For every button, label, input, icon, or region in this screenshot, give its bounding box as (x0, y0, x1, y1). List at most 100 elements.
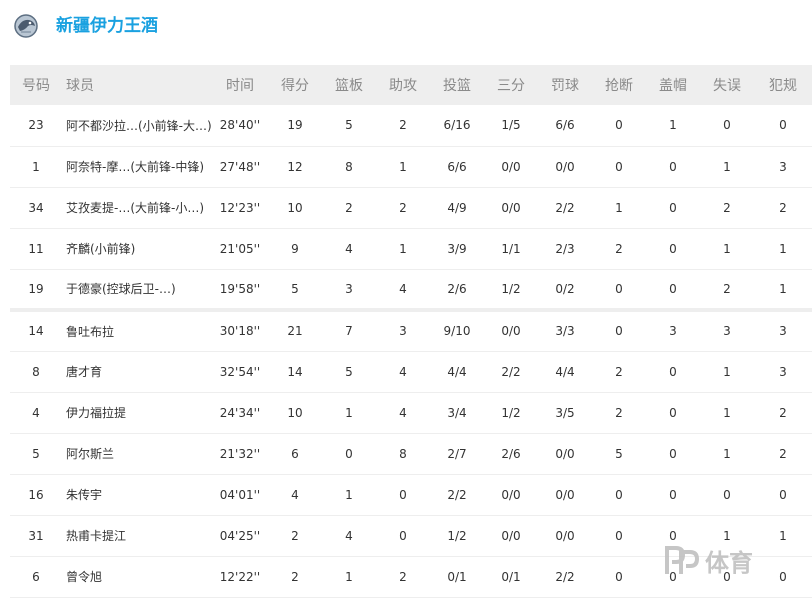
cell-steals: 2 (615, 241, 623, 256)
cell-number: 31 (28, 528, 44, 543)
cell-field-goals: 4/9 (447, 200, 467, 215)
cell-points: 21 (287, 324, 303, 339)
column-header-points: 得分 (281, 78, 309, 94)
cell-rebounds: 4 (345, 241, 353, 256)
cell-assists: 3 (399, 324, 407, 339)
table-row[interactable]: 14 鲁吐布拉 30'18'' 21 7 3 9/10 0/0 3/3 0 3 3 3 (10, 310, 812, 351)
player-stats-table: 号码 球员 时间 得分 篮板 助攻 投篮 三分 罚球 抢断 盖帽 失误 犯规 2… (10, 65, 812, 598)
cell-steals: 0 (615, 528, 623, 543)
cell-time: 21'05'' (219, 241, 261, 256)
cell-number: 8 (32, 364, 40, 379)
cell-steals: 2 (615, 364, 623, 379)
column-header-three-pointers: 三分 (497, 78, 525, 94)
cell-player[interactable]: 鲁吐布拉 (62, 310, 212, 351)
cell-blocks: 0 (669, 528, 677, 543)
table-row[interactable]: 16 朱传宇 04'01'' 4 1 0 2/2 0/0 0/0 0 0 0 0 (10, 474, 812, 515)
cell-blocks: 0 (669, 159, 677, 174)
cell-fouls: 3 (779, 324, 787, 339)
cell-field-goals: 3/4 (447, 405, 467, 420)
column-header-steals: 抢断 (605, 78, 633, 94)
table-row[interactable]: 4 伊力福拉提 24'34'' 10 1 4 3/4 1/2 3/5 2 0 1 2 (10, 392, 812, 433)
cell-player[interactable]: 伊力福拉提 (62, 392, 212, 433)
cell-fouls: 2 (779, 446, 787, 461)
cell-three-pointers: 0/0 (501, 200, 521, 215)
cell-fouls: 0 (779, 569, 787, 584)
cell-steals: 0 (615, 569, 623, 584)
cell-assists: 4 (399, 405, 407, 420)
cell-turnovers: 1 (723, 159, 731, 174)
cell-player[interactable]: 朱传宇 (62, 474, 212, 515)
cell-steals: 1 (615, 200, 623, 215)
cell-number: 4 (32, 405, 40, 420)
column-header-rebounds: 篮板 (335, 78, 363, 94)
cell-rebounds: 8 (345, 159, 353, 174)
cell-player[interactable]: 齐麟(小前锋) (62, 228, 212, 269)
table-row[interactable]: 6 曾令旭 12'22'' 2 1 2 0/1 0/1 2/2 0 0 0 0 (10, 556, 812, 597)
cell-points: 5 (291, 281, 299, 296)
cell-free-throws: 3/5 (555, 405, 575, 420)
cell-time: 04'01'' (219, 487, 261, 502)
cell-points: 2 (291, 569, 299, 584)
cell-assists: 2 (399, 200, 407, 215)
team-header: 新疆伊力王酒 (0, 0, 812, 60)
cell-free-throws: 0/0 (555, 159, 575, 174)
cell-rebounds: 1 (345, 569, 353, 584)
cell-fouls: 1 (779, 528, 787, 543)
cell-player[interactable]: 热甫卡提江 (62, 515, 212, 556)
cell-time: 32'54'' (219, 364, 261, 379)
cell-free-throws: 3/3 (555, 324, 575, 339)
cell-player[interactable]: 唐才育 (62, 351, 212, 392)
cell-time: 04'25'' (219, 528, 261, 543)
table-row[interactable]: 11 齐麟(小前锋) 21'05'' 9 4 1 3/9 1/1 2/3 2 0 1 1 (10, 228, 812, 269)
team-name[interactable]: 新疆伊力王酒 (56, 14, 158, 38)
cell-turnovers: 2 (723, 200, 731, 215)
table-row[interactable]: 8 唐才育 32'54'' 14 5 4 4/4 2/2 4/4 2 0 1 3 (10, 351, 812, 392)
column-header-field-goals: 投篮 (443, 78, 471, 94)
cell-time: 12'22'' (219, 569, 261, 584)
cell-blocks: 0 (669, 364, 677, 379)
cell-three-pointers: 0/0 (501, 159, 521, 174)
cell-player[interactable]: 艾孜麦提-…(大前锋-小…) (62, 187, 212, 228)
cell-turnovers: 1 (723, 528, 731, 543)
cell-three-pointers: 1/5 (501, 118, 521, 133)
column-header-assists: 助攻 (389, 78, 417, 94)
cell-three-pointers: 0/0 (501, 487, 521, 502)
cell-rebounds: 1 (345, 405, 353, 420)
cell-player[interactable]: 阿尔斯兰 (62, 433, 212, 474)
column-header-turnovers: 失误 (713, 78, 741, 94)
cell-three-pointers: 0/0 (501, 324, 521, 339)
cell-points: 14 (287, 364, 303, 379)
table-row[interactable]: 23 阿不都沙拉…(小前锋-大…) 28'40'' 19 5 2 6/16 1/5 6/6 0 1 0… (10, 105, 812, 146)
cell-points: 9 (291, 241, 299, 256)
cell-player[interactable]: 阿不都沙拉…(小前锋-大…) (62, 105, 212, 146)
cell-rebounds: 7 (345, 324, 353, 339)
cell-field-goals: 3/9 (447, 241, 467, 256)
cell-three-pointers: 0/0 (501, 528, 521, 543)
cell-steals: 2 (615, 405, 623, 420)
cell-steals: 0 (615, 159, 623, 174)
cell-rebounds: 4 (345, 528, 353, 543)
table-row[interactable]: 19 于德豪(控球后卫-…) 19'58'' 5 3 4 2/6 1/2 0/2 0 0 2 1 (10, 269, 812, 310)
table-row[interactable]: 5 阿尔斯兰 21'32'' 6 0 8 2/7 2/6 0/0 5 0 1 2 (10, 433, 812, 474)
cell-turnovers: 0 (723, 118, 731, 133)
cell-player[interactable]: 阿奈特-摩…(大前锋-中锋) (62, 146, 212, 187)
cell-time: 24'34'' (219, 405, 261, 420)
cell-turnovers: 3 (723, 324, 731, 339)
cell-rebounds: 0 (345, 446, 353, 461)
cell-steals: 0 (615, 487, 623, 502)
cell-player[interactable]: 于德豪(控球后卫-…) (62, 269, 212, 310)
column-header-time: 时间 (226, 78, 254, 94)
cell-blocks: 3 (669, 324, 677, 339)
cell-steals: 5 (615, 446, 623, 461)
table-row[interactable]: 31 热甫卡提江 04'25'' 2 4 0 1/2 0/0 0/0 0 0 1 1 (10, 515, 812, 556)
cell-points: 10 (287, 200, 303, 215)
cell-field-goals: 4/4 (447, 364, 467, 379)
cell-points: 19 (287, 118, 303, 133)
cell-player[interactable]: 曾令旭 (62, 556, 212, 597)
cell-number: 11 (28, 241, 44, 256)
cell-number: 5 (32, 446, 40, 461)
table-row[interactable]: 1 阿奈特-摩…(大前锋-中锋) 27'48'' 12 8 1 6/6 0/0 0/0 0 0 1 3 (10, 146, 812, 187)
table-row[interactable]: 34 艾孜麦提-…(大前锋-小…) 12'23'' 10 2 2 4/9 0/0 2/2 1 0 2 2 (10, 187, 812, 228)
cell-blocks: 0 (669, 569, 677, 584)
cell-assists: 0 (399, 528, 407, 543)
